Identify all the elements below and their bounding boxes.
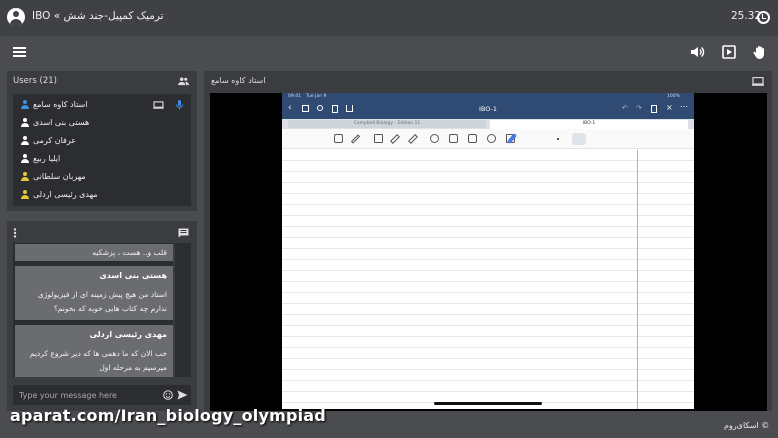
user-icon bbox=[21, 136, 29, 145]
raise-hand-icon[interactable] bbox=[752, 44, 768, 60]
chat-icon bbox=[178, 228, 189, 238]
user-row[interactable]: استاد کاوه سامع bbox=[13, 96, 191, 114]
ipad-battery: 100% bbox=[667, 94, 680, 99]
toolbar bbox=[0, 36, 778, 69]
undo-icon[interactable]: ↶ bbox=[622, 104, 628, 112]
page-margin-line bbox=[637, 150, 638, 409]
more-options-icon[interactable] bbox=[13, 228, 17, 238]
page-icon[interactable] bbox=[651, 105, 657, 113]
user-name: ایلیا ربیع bbox=[33, 154, 61, 163]
user-row[interactable]: مهدی رئیسی اردلی bbox=[13, 186, 191, 204]
user-name: استاد کاوه سامع bbox=[33, 100, 88, 109]
chat-messages: قلب و.. هست ، پزشکیه هستی بنی اسدی استاد… bbox=[13, 243, 173, 377]
chat-message: قلب و.. هست ، پزشکیه bbox=[15, 244, 173, 261]
brand-logo-text: اسکای‌روم © bbox=[724, 421, 770, 430]
users-panel-title: Users (21) bbox=[13, 76, 57, 86]
send-icon[interactable] bbox=[177, 390, 188, 400]
chat-message: هستی بنی اسدی استاد من هیچ پیش زمینه ای … bbox=[15, 266, 173, 320]
screen-share-icon[interactable] bbox=[721, 44, 737, 60]
message-text: خب الان که ما دهمی ها که دیر شروع کردیم bbox=[29, 349, 167, 358]
shapes-icon[interactable] bbox=[449, 134, 458, 143]
close-icon[interactable]: × bbox=[666, 103, 673, 112]
user-icon bbox=[21, 190, 29, 199]
stroke-width-selector[interactable] bbox=[572, 133, 586, 145]
chat-message: مهدی رئیسی اردلی خب الان که ما دهمی ها ک… bbox=[15, 325, 173, 377]
pencil-icon[interactable] bbox=[408, 134, 418, 144]
lasso-icon[interactable] bbox=[430, 134, 439, 143]
top-bar: IBO « ترمیک کمپیل-جند شش 25.32 bbox=[0, 0, 778, 36]
presenter-name: استاد کاوه سامع bbox=[211, 76, 266, 85]
more-icon[interactable]: ⋯ bbox=[680, 102, 688, 111]
user-name: مهربان سلطانی bbox=[33, 172, 86, 181]
ipad-status-date: Tue Jan 9 bbox=[306, 94, 327, 99]
message-text: میرسیم به مرحله اول bbox=[99, 363, 167, 372]
screen-share-view-icon[interactable] bbox=[752, 77, 764, 86]
message-text: ندارم چه کتاب هایی خوبه که بخونم؟ bbox=[53, 304, 167, 313]
user-row[interactable]: عرفان کرمی bbox=[13, 132, 191, 150]
ipad-home-indicator bbox=[434, 402, 542, 405]
user-name: مهدی رئیسی اردلی bbox=[33, 190, 98, 199]
screen-icon bbox=[153, 101, 164, 109]
color-dot[interactable] bbox=[557, 138, 559, 140]
tab-ibo[interactable]: IBO-1 bbox=[490, 120, 688, 129]
message-input-box bbox=[13, 385, 191, 405]
ipad-tabs: Campbell Biology - Edition 11 IBO-1 bbox=[282, 119, 694, 129]
sidebar-toggle-icon[interactable] bbox=[334, 134, 343, 143]
highlighter-icon[interactable] bbox=[390, 134, 400, 144]
chat-scrollbar[interactable] bbox=[175, 243, 191, 377]
image-icon[interactable] bbox=[468, 134, 477, 143]
user-row[interactable]: هستی بنی اسدی bbox=[13, 114, 191, 132]
menu-icon[interactable] bbox=[13, 47, 26, 57]
user-icon bbox=[21, 118, 29, 127]
message-text: قلب و.. هست ، پزشکیه bbox=[92, 248, 167, 257]
shared-ipad-screen: 09:41 Tue Jan 9 100% ‹ IBO-1 ↶ ↷ × ⋯ Cam… bbox=[282, 93, 694, 409]
camera-icon[interactable] bbox=[487, 134, 496, 143]
speaker-icon[interactable] bbox=[689, 44, 705, 60]
ipad-status-bar: 09:41 Tue Jan 9 100% bbox=[282, 93, 694, 101]
message-sender: مهدی رئیسی اردلی bbox=[89, 330, 167, 339]
users-group-icon bbox=[178, 77, 189, 86]
pen-icon[interactable] bbox=[350, 134, 361, 144]
users-panel: Users (21) استاد کاوه سامع هستی بنی اسدی… bbox=[7, 71, 197, 211]
watermark: aparat.com/Iran_biology_olympiad bbox=[10, 406, 326, 425]
microphone-icon bbox=[176, 100, 183, 110]
user-icon bbox=[21, 100, 29, 109]
message-sender: هستی بنی اسدی bbox=[99, 271, 167, 280]
ipad-status-time: 09:41 bbox=[288, 94, 301, 99]
ipad-doc-title: IBO-1 bbox=[478, 105, 498, 113]
user-row[interactable]: مهربان سلطانی bbox=[13, 168, 191, 186]
drawing-toolbar bbox=[282, 129, 694, 149]
chat-panel: قلب و.. هست ، پزشکیه هستی بنی اسدی استاد… bbox=[7, 221, 197, 411]
message-text: استاد من هیچ پیش زمینه ای از فیزیولوژی bbox=[37, 290, 167, 299]
emoji-icon[interactable] bbox=[163, 390, 173, 400]
user-name: هستی بنی اسدی bbox=[33, 118, 90, 127]
account-icon[interactable] bbox=[7, 8, 25, 26]
notebook-page[interactable] bbox=[282, 150, 694, 409]
user-icon bbox=[21, 154, 29, 163]
eraser-icon[interactable] bbox=[374, 134, 383, 143]
message-input[interactable] bbox=[19, 387, 159, 403]
clock-icon bbox=[757, 11, 770, 24]
user-name: عرفان کرمی bbox=[33, 136, 77, 145]
user-icon bbox=[21, 172, 29, 181]
ipad-nav-bar: ‹ IBO-1 ↶ ↷ × ⋯ bbox=[282, 101, 694, 119]
tab-campbell[interactable]: Campbell Biology - Edition 11 bbox=[288, 120, 486, 128]
user-row[interactable]: ایلیا ربیع bbox=[13, 150, 191, 168]
users-list: استاد کاوه سامع هستی بنی اسدی عرفان کرمی… bbox=[13, 94, 191, 206]
redo-icon[interactable]: ↷ bbox=[636, 104, 642, 112]
room-title: IBO « ترمیک کمپیل-جند شش bbox=[32, 10, 164, 22]
